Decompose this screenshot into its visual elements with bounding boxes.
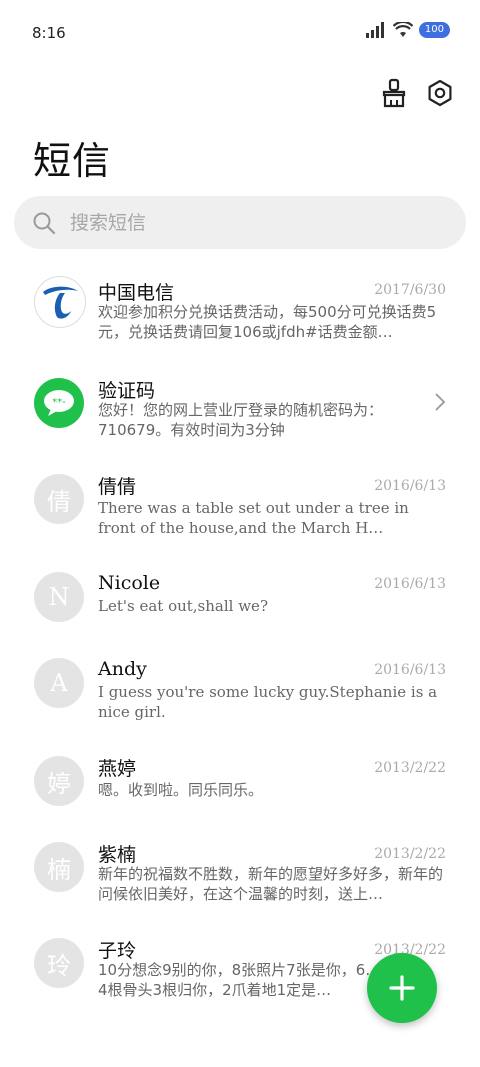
message-preview: There was a table set out under a tree i…: [98, 499, 409, 537]
avatar: 婷: [34, 756, 84, 806]
chevron-right-icon[interactable]: [434, 392, 446, 412]
contact-name: Andy: [98, 658, 147, 680]
message-preview: I guess you're some lucky guy.Stephanie …: [98, 683, 438, 721]
thread-row[interactable]: 倩 倩倩 2016/6/13 There was a table set out…: [0, 460, 480, 556]
system-icons: 100: [365, 22, 450, 38]
avatar: 楠: [34, 842, 84, 892]
avatar: N: [34, 572, 84, 622]
message-preview: 嗯。收到啦。同乐同乐。: [98, 781, 264, 799]
contact-name: 紫楠: [98, 844, 137, 866]
header-actions: [380, 78, 454, 108]
settings-button[interactable]: [426, 78, 454, 108]
status-bar: 8:16 100: [0, 0, 480, 66]
contact-name: 倩倩: [98, 476, 137, 498]
avatar: 玲: [34, 938, 84, 988]
message-preview: 欢迎参加积分兑换话费活动，每500分可兑换话费5元，兑换话费请回复106或jfd…: [98, 303, 437, 341]
plus-icon: [389, 975, 415, 1001]
battery-indicator: 100: [418, 22, 450, 38]
contact-name: 子玲: [98, 940, 137, 962]
message-preview: 您好！您的网上营业厅登录的随机密码为：710679。有效时间为3分钟: [98, 401, 384, 439]
message-date: 2013/2/22: [374, 846, 446, 862]
message-preview: Let's eat out,shall we?: [98, 597, 268, 615]
china-telecom-logo-icon: [43, 286, 78, 319]
clean-brush-button[interactable]: [380, 78, 408, 108]
thread-row[interactable]: 中国电信 2017/6/30 欢迎参加积分兑换话费活动，每500分可兑换话费5元…: [0, 266, 480, 360]
thread-row[interactable]: **- 验证码 您好！您的网上营业厅登录的随机密码为：710679。有效时间为3…: [0, 362, 480, 458]
contact-name: Nicole: [98, 572, 161, 594]
thread-row[interactable]: A Andy 2016/6/13 I guess you're some luc…: [0, 644, 480, 740]
wifi-icon: [392, 22, 413, 37]
page-title: 短信: [33, 139, 112, 183]
search-icon: [33, 212, 56, 234]
avatar: A: [34, 658, 84, 708]
thread-row[interactable]: 楠 紫楠 2013/2/22 新年的祝福数不胜数，新年的愿望好多好多，新年的问候…: [0, 828, 480, 924]
message-date: 2016/6/13: [374, 576, 446, 592]
settings-icon: [428, 79, 452, 107]
message-preview: 新年的祝福数不胜数，新年的愿望好多好多，新年的问候依旧美好，在这个温馨的时刻，送…: [98, 865, 444, 903]
contact-name: 中国电信: [98, 282, 175, 304]
search-input[interactable]: [68, 210, 432, 235]
message-bubble-icon: **-: [44, 390, 74, 416]
clock: 8:16: [32, 24, 66, 42]
message-date: 2016/6/13: [374, 478, 446, 494]
new-message-button[interactable]: [367, 953, 437, 1023]
search-bar[interactable]: [14, 196, 466, 249]
signal-icon: [365, 22, 384, 38]
svg-text:**-: **-: [52, 397, 66, 408]
message-date: 2016/6/13: [374, 662, 446, 678]
avatar: **-: [34, 378, 84, 428]
contact-name: 验证码: [98, 380, 156, 402]
message-date: 2013/2/22: [374, 760, 446, 776]
avatar: 倩: [34, 474, 84, 524]
avatar: [34, 276, 86, 328]
message-date: 2017/6/30: [374, 282, 446, 298]
thread-row[interactable]: N Nicole 2016/6/13 Let's eat out,shall w…: [0, 558, 480, 642]
thread-row[interactable]: 婷 燕婷 2013/2/22 嗯。收到啦。同乐同乐。: [0, 742, 480, 826]
brush-icon: [382, 78, 406, 108]
contact-name: 燕婷: [98, 758, 137, 780]
